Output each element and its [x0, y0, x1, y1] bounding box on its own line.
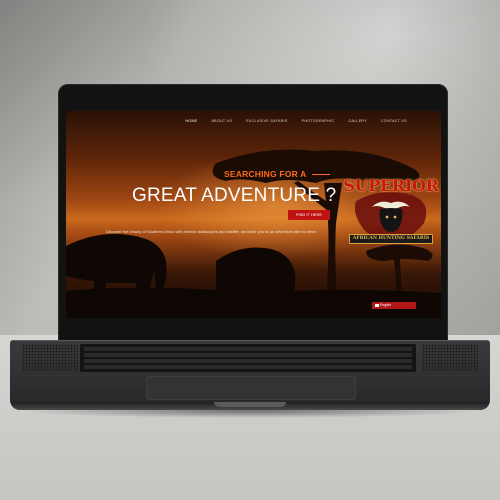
lid-opening-notch [214, 402, 286, 407]
trackpad[interactable] [146, 376, 356, 400]
logo-subtitle: AFRICAN HUNTING SAFARIS [349, 234, 433, 244]
nav-item-gallery[interactable]: GALLERY [348, 115, 367, 127]
hero-headline: GREAT ADVENTURE ? [132, 185, 337, 206]
keyboard [80, 344, 416, 372]
nav-item-about[interactable]: ABOUT US [211, 115, 232, 127]
nav-item-photographic[interactable]: PHOTOGRAPHIC [302, 115, 335, 127]
left-speaker-grille [22, 344, 78, 372]
language-value: English [380, 303, 392, 307]
keyboard-keys [84, 347, 412, 369]
logo-wordmark: SUPERIOR [343, 176, 439, 195]
flag-icon [375, 303, 379, 307]
hero-kicker: SEARCHING FOR A [224, 169, 307, 179]
language-selector[interactable]: English [372, 302, 416, 309]
find-it-here-button[interactable]: FIND IT HERE [288, 210, 330, 220]
nav-item-home[interactable]: HOME [186, 115, 198, 127]
site-nav: HOME ABOUT US EXCLUSIVE SAFARIS PHOTOGRA… [66, 115, 441, 127]
hero-tagline: Discover the beauty of Southern Africa w… [106, 229, 317, 234]
nav-item-contact[interactable]: CONTACT US [381, 115, 407, 127]
laptop-screen: HOME ABOUT US EXCLUSIVE SAFARIS PHOTOGRA… [66, 111, 441, 318]
right-speaker-grille [422, 344, 478, 372]
kicker-rule [312, 174, 330, 175]
nav-item-exclusive-safaris[interactable]: EXCLUSIVE SAFARIS [246, 115, 287, 127]
